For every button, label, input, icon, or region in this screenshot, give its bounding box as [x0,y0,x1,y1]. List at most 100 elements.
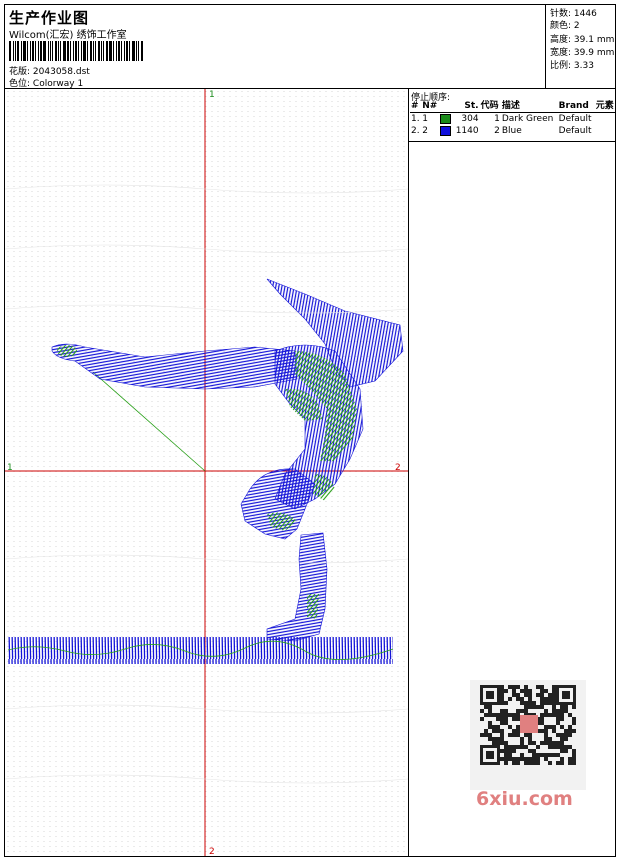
qr-module [524,761,528,765]
qr-module [524,745,528,749]
qr-module [500,693,504,697]
qr-module [520,737,524,741]
qr-module [520,757,524,761]
barcode-bar [103,41,104,61]
qr-module [500,713,504,717]
barcode-bar [21,41,22,61]
color-swatch [440,125,452,136]
barcode-bar [35,41,36,61]
qr-module [484,713,488,717]
qr-module [548,741,552,745]
qr-module [560,717,564,721]
qr-module [556,713,560,717]
scale-value: 3.33 [573,61,594,71]
barcode-bar [87,41,88,61]
qr-module [492,725,496,729]
qr-module [548,761,552,765]
qr-module [556,709,560,713]
qr-module [556,717,560,721]
qr-module [508,749,512,753]
qr-module [536,745,540,749]
qr-module [552,697,556,701]
qr-module [508,725,512,729]
qr-module [484,729,488,733]
qr-module [552,725,556,729]
qr-module [504,753,508,757]
qr-module [552,689,556,693]
barcode-bar [50,41,51,61]
qr-module [528,689,532,693]
qr-module [564,733,568,737]
qr-module [556,733,560,737]
qr-module [524,757,528,761]
col-index: # [410,100,422,113]
qr-module [528,757,532,761]
qr-module [508,733,512,737]
qr-module [504,701,508,705]
qr-module [516,697,520,701]
qr-module [512,761,516,765]
height-row: 高度: 39.1 mm [550,32,614,45]
page-title: 生产作业图 [9,9,90,27]
qr-module [524,709,528,713]
qr-module [560,761,564,765]
crosshair-left-label: 1 [7,463,13,473]
watermark-text: 6xiu.com [476,788,573,810]
barcode-bar [13,41,14,61]
qr-module [512,693,516,697]
row-index: 1. [411,114,420,124]
barcode-bar [126,41,128,61]
col-element: 元素 [594,100,616,113]
barcode-bar [81,41,82,61]
barcode-bar [48,41,49,61]
qr-module [540,717,544,721]
qr-module [480,717,484,721]
qr-module [544,729,548,733]
qr-module [552,705,556,709]
barcode-bar [121,41,122,61]
barcode-bar [15,41,16,61]
qr-module [480,709,484,713]
barcode-bar [78,41,79,61]
barcode-bar [138,41,139,61]
qr-module [512,757,516,761]
qr-module [556,741,560,745]
qr-module [560,709,564,713]
qr-module [488,713,492,717]
qr-module [500,709,504,713]
qr-module [564,709,568,713]
qr-module [520,689,524,693]
barcode-bar [30,41,31,61]
qr-module [560,705,564,709]
qr-module [512,733,516,737]
barcode-bar [9,41,11,61]
qr-module [520,753,524,757]
qr-module [488,721,492,725]
qr-module [540,685,544,689]
row-swatch [439,113,453,126]
qr-module [560,741,564,745]
qr-module [540,713,544,717]
qr-logo [520,715,538,733]
qr-module [568,733,572,737]
qr-module [568,745,572,749]
barcode-bar [40,41,42,61]
qr-module [532,705,536,709]
qr-module [536,757,540,761]
qr-code [480,685,576,765]
qr-module [556,753,560,757]
header-info: 生产作业图 Wilcom(汇宏) 绣饰工作室 花版: 2043058.dst 色… [6,4,541,89]
barcode-bar [98,41,100,61]
qr-module [528,761,532,765]
qr-module [504,717,508,721]
qr-module [544,741,548,745]
qr-module [528,697,532,701]
qr-module [500,729,504,733]
qr-module [540,701,544,705]
qr-module [520,709,524,713]
qr-module [532,741,536,745]
col-swatch [439,100,454,113]
qr-module [496,725,500,729]
qr-module [516,693,520,697]
qr-module [560,757,564,761]
